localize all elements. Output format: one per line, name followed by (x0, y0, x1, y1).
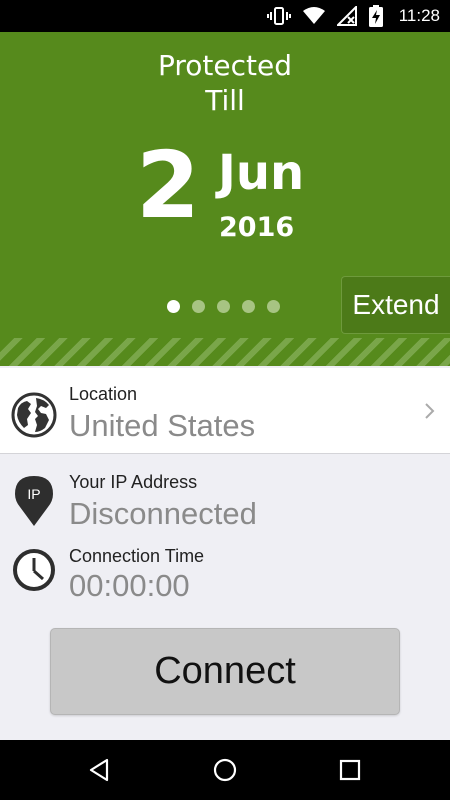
expiry-month: Jun (218, 145, 305, 201)
striped-divider (0, 338, 450, 366)
chevron-right-icon (424, 402, 436, 420)
vibrate-icon (266, 4, 291, 28)
status-bar: 11:28 (0, 0, 450, 32)
location-label: Location (69, 384, 138, 404)
protected-title-line1: Protected (158, 49, 292, 82)
expiry-year: 2016 (219, 212, 295, 243)
page-dot[interactable] (242, 300, 255, 313)
wifi-icon (302, 4, 325, 28)
page-dot[interactable] (192, 300, 205, 313)
ip-icon-text: IP (27, 486, 40, 502)
expiry-day: 2 (136, 132, 201, 239)
extend-button[interactable]: Extend (341, 276, 450, 334)
ip-pin-icon: IP (14, 474, 54, 528)
navigation-bar (0, 740, 450, 800)
connect-button[interactable]: Connect (50, 628, 400, 715)
page-dot-active[interactable] (167, 300, 180, 313)
battery-charging-icon (368, 4, 383, 28)
ip-value: Disconnected (69, 496, 257, 531)
globe-icon (11, 392, 57, 438)
protected-title-line2: Till (205, 84, 245, 117)
protection-header: Protected Till 2 Jun 2016 Extend (0, 32, 450, 338)
ip-label: Your IP Address (69, 472, 198, 492)
recents-icon[interactable] (320, 740, 380, 800)
location-value: United States (69, 408, 256, 443)
connection-time-label: Connection Time (69, 546, 205, 566)
page-dot[interactable] (267, 300, 280, 313)
location-selector[interactable]: Location United States (0, 368, 450, 454)
clock-icon (12, 548, 56, 592)
status-time: 11:28 (398, 6, 440, 25)
connection-time-value: 00:00:00 (69, 568, 190, 603)
no-signal-icon (336, 4, 357, 28)
connection-time-row: Connection Time 00:00:00 (0, 535, 450, 615)
back-icon[interactable] (69, 740, 129, 800)
ip-address-row: IP Your IP Address Disconnected (0, 455, 450, 535)
page-dot[interactable] (217, 300, 230, 313)
home-icon[interactable] (195, 740, 255, 800)
protected-title: Protected Till (0, 48, 450, 118)
page-indicator (167, 300, 280, 313)
